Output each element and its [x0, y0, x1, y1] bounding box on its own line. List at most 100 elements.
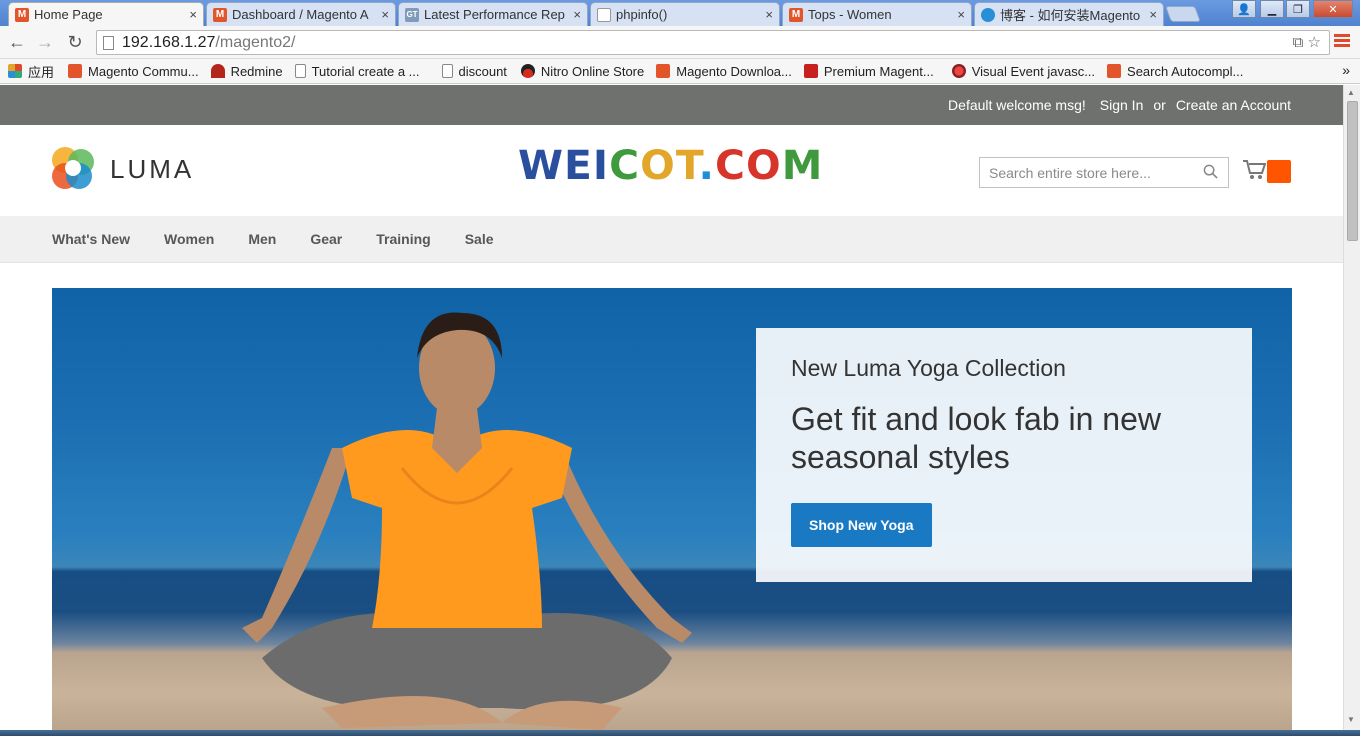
brand-letter: . — [698, 143, 716, 189]
brand-letter: I — [592, 143, 610, 189]
site-header: LUMA WEICOT.COM Search entire store here… — [0, 125, 1343, 216]
nav-item-men[interactable]: Men — [248, 231, 276, 247]
restore-button[interactable]: ❐ — [1286, 0, 1310, 18]
tab-title: Home Page — [34, 7, 103, 22]
nav-item-whats-new[interactable]: What's New — [52, 231, 130, 247]
tab-blog[interactable]: 博客 - 如何安装Magento × — [974, 2, 1164, 26]
brand-letter: O — [745, 143, 782, 189]
nav-item-women[interactable]: Women — [164, 231, 214, 247]
close-icon[interactable]: × — [573, 7, 581, 22]
logo-text: LUMA — [110, 153, 195, 184]
close-icon[interactable]: × — [1149, 7, 1157, 22]
user-icon[interactable]: 👤 — [1232, 0, 1256, 18]
main-navigation: What's New Women Men Gear Training Sale — [0, 216, 1343, 263]
magento-icon — [1107, 64, 1122, 78]
search-icon[interactable] — [1203, 164, 1218, 179]
scroll-down-icon[interactable]: ▼ — [1347, 715, 1355, 724]
bookmark-magento-download[interactable]: Magento Downloa... — [656, 64, 792, 79]
tab-title: phpinfo() — [616, 7, 668, 22]
search-placeholder: Search entire store here... — [989, 164, 1151, 181]
tab-performance-report[interactable]: GT Latest Performance Rep × — [398, 2, 588, 26]
magento-icon: M — [213, 7, 227, 22]
apps-grid-icon — [8, 64, 22, 78]
reload-icon[interactable]: ↻ — [64, 32, 86, 53]
bookmarks-overflow-icon[interactable]: » — [1342, 62, 1350, 78]
brand-letter: M — [781, 143, 824, 189]
welcome-message: Default welcome msg! — [948, 97, 1086, 113]
bookmark-label: Premium Magent... — [823, 63, 934, 79]
brand-letter: O — [640, 143, 676, 189]
url-host: 192.168.1.27 — [122, 33, 216, 51]
shop-new-yoga-button[interactable]: Shop New Yoga — [791, 503, 932, 547]
magento-icon — [68, 64, 83, 78]
nav-item-training[interactable]: Training — [376, 231, 430, 247]
brand-banner-text: WEICOT.COM — [518, 143, 823, 189]
tab-dashboard[interactable]: M Dashboard / Magento A × — [206, 2, 396, 26]
page-viewport: Default welcome msg! Sign In or Create a… — [0, 85, 1343, 730]
document-icon — [597, 7, 611, 22]
store-logo[interactable]: LUMA — [52, 147, 194, 191]
bookmark-search-autocomplete[interactable]: Search Autocompl... — [1107, 64, 1243, 79]
translate-star-icons[interactable]: ⧉ ☆ — [1293, 33, 1321, 51]
cart-icon[interactable] — [1242, 159, 1266, 181]
scroll-up-icon[interactable]: ▲ — [1347, 88, 1355, 97]
back-icon[interactable]: ← — [6, 32, 28, 53]
document-icon — [294, 64, 306, 78]
scroll-thumb[interactable] — [1347, 101, 1358, 241]
tab-home-page[interactable]: M Home Page × — [8, 2, 204, 26]
promo-box: New Luma Yoga Collection Get fit and loo… — [756, 328, 1252, 582]
promo-subtitle: New Luma Yoga Collection — [791, 355, 1066, 381]
bookmark-redmine[interactable]: Redmine — [210, 63, 283, 79]
bookmark-label: Magento Downloa... — [676, 63, 792, 79]
cart-counter-badge[interactable] — [1267, 160, 1291, 183]
window-close-button[interactable]: ✕ — [1313, 0, 1353, 18]
tab-title: Tops - Women — [808, 7, 892, 22]
nitro-icon — [520, 64, 535, 78]
bookmark-magento-community[interactable]: Magento Commu... — [68, 64, 199, 79]
tab-phpinfo[interactable]: phpinfo() × — [590, 2, 780, 26]
chrome-menu-icon[interactable] — [1334, 34, 1350, 49]
yoga-woman-image — [242, 312, 692, 730]
bookmark-label: Visual Event javasc... — [971, 63, 1096, 79]
bookmark-visual-event[interactable]: Visual Event javasc... — [951, 63, 1096, 79]
search-input[interactable]: Search entire store here... — [979, 157, 1229, 188]
luma-logo-icon — [52, 147, 96, 191]
sign-in-link[interactable]: Sign In — [1100, 97, 1144, 113]
new-tab-button[interactable] — [1165, 6, 1201, 22]
bookmark-label: Search Autocompl... — [1127, 63, 1244, 79]
blog-icon — [981, 7, 995, 22]
close-icon[interactable]: × — [381, 7, 389, 22]
brand-letter: C — [715, 143, 746, 189]
bookmark-discount[interactable]: discount — [441, 64, 507, 79]
page-icon — [103, 35, 114, 50]
close-icon[interactable]: × — [189, 7, 197, 22]
minimize-button[interactable]: ▁ — [1260, 0, 1284, 18]
premium-icon — [803, 64, 818, 78]
hero-banner[interactable]: New Luma Yoga Collection Get fit and loo… — [52, 288, 1292, 730]
address-bar[interactable]: 192.168.1.27 /magento2/ ⧉ ☆ — [96, 30, 1330, 55]
bookmark-premium-magento[interactable]: Premium Magent... — [803, 63, 934, 79]
magento-icon: M — [789, 7, 803, 22]
tab-tops-women[interactable]: M Tops - Women × — [782, 2, 972, 26]
document-icon — [441, 64, 453, 78]
redmine-icon — [210, 64, 225, 78]
tab-title: 博客 - 如何安装Magento — [1000, 8, 1141, 23]
bookmark-nitro[interactable]: Nitro Online Store — [520, 64, 644, 79]
bookmark-label: 应用 — [28, 64, 55, 80]
browser-tab-strip: M Home Page × M Dashboard / Magento A × … — [0, 0, 1360, 26]
bookmark-label: Redmine — [230, 63, 283, 79]
bookmark-apps[interactable]: 应用 — [8, 62, 54, 81]
nav-item-sale[interactable]: Sale — [465, 231, 494, 247]
tab-title: Dashboard / Magento A — [232, 7, 369, 22]
forward-icon[interactable]: → — [34, 32, 56, 53]
brand-letter: W — [518, 143, 565, 189]
magento-icon — [656, 64, 671, 78]
nav-item-gear[interactable]: Gear — [310, 231, 342, 247]
close-icon[interactable]: × — [765, 7, 773, 22]
create-account-link[interactable]: Create an Account — [1176, 97, 1291, 113]
close-icon[interactable]: × — [957, 7, 965, 22]
panel-header: Default welcome msg! Sign In or Create a… — [0, 85, 1343, 125]
bookmark-tutorial[interactable]: Tutorial create a ... — [294, 64, 420, 79]
page-scrollbar[interactable]: ▲ ▼ — [1343, 85, 1360, 730]
brand-letter: T — [675, 143, 699, 189]
